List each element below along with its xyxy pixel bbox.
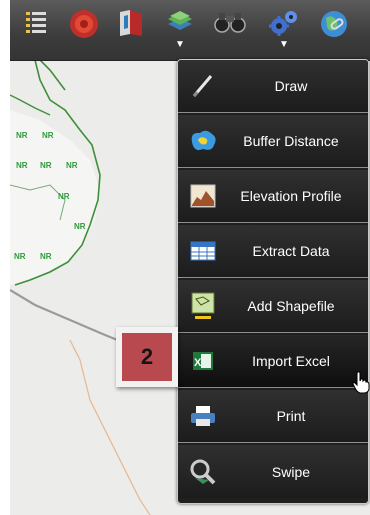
- globe-link-icon: [321, 11, 347, 37]
- menu-item-add-shapefile[interactable]: Add Shapefile: [178, 280, 368, 333]
- tools-dropdown-menu: Draw Buffer Distance Elevation Profile E…: [177, 59, 369, 504]
- elevation-chart-icon: [188, 181, 218, 211]
- buffer-blob-icon: [188, 126, 218, 156]
- target-icon: [70, 10, 98, 38]
- map-label: NR: [16, 161, 28, 170]
- menu-item-import-excel[interactable]: X Import Excel: [178, 335, 368, 388]
- map-label: NR: [42, 131, 54, 140]
- binoculars-icon: [214, 13, 246, 33]
- menu-item-label: Print: [276, 408, 306, 424]
- printer-icon: [188, 401, 218, 431]
- menu-item-extract-data[interactable]: Extract Data: [178, 225, 368, 278]
- menu-item-label: Import Excel: [252, 353, 330, 369]
- map-toolbar: ▼ ▼: [10, 0, 370, 61]
- menu-item-draw[interactable]: Draw: [178, 60, 368, 113]
- step-number: 2: [122, 333, 172, 381]
- menu-item-elevation-profile[interactable]: Elevation Profile: [178, 170, 368, 223]
- menu-item-label: Extract Data: [252, 243, 330, 259]
- locate-button[interactable]: [66, 8, 102, 52]
- layers-tools-icon: [168, 11, 192, 30]
- map-label: NR: [58, 192, 70, 201]
- menu-item-swipe[interactable]: Swipe: [178, 445, 368, 498]
- tools-button[interactable]: ▼: [266, 8, 302, 52]
- map-label: NR: [40, 252, 52, 261]
- dropdown-caret-icon: ▼: [279, 39, 289, 50]
- menu-item-print[interactable]: Print: [178, 390, 368, 443]
- map-label: NR: [66, 161, 78, 170]
- menu-item-label: Swipe: [271, 463, 311, 480]
- menu-item-label: Draw: [274, 78, 308, 94]
- globe-link-button[interactable]: [316, 8, 352, 52]
- shapefile-icon: [188, 291, 218, 321]
- legend-button[interactable]: [18, 8, 54, 52]
- table-extract-icon: [188, 236, 218, 266]
- menu-item-label: Elevation Profile: [240, 188, 342, 204]
- svg-text:X: X: [194, 357, 202, 369]
- map-label: NR: [16, 131, 28, 140]
- menu-item-label: Add Shapefile: [247, 298, 335, 314]
- layers-tools-button[interactable]: ▼: [162, 8, 198, 52]
- gears-icon: [269, 11, 297, 36]
- legend-list-icon: [26, 12, 46, 33]
- bookmarks-button[interactable]: [114, 8, 150, 52]
- menu-item-label: Buffer Distance: [243, 133, 339, 149]
- map-label: NR: [74, 222, 86, 231]
- map-label: NR: [40, 161, 52, 170]
- bookmarks-icon: [120, 10, 142, 36]
- swipe-icon: [188, 457, 218, 487]
- pencil-icon: [188, 71, 218, 101]
- map-label: NR: [14, 252, 26, 261]
- binoculars-button[interactable]: [212, 8, 248, 52]
- excel-icon: X: [188, 346, 218, 376]
- step-badge: 2: [116, 327, 178, 387]
- menu-item-buffer-distance[interactable]: Buffer Distance: [178, 115, 368, 168]
- dropdown-caret-icon: ▼: [175, 39, 185, 50]
- hand-cursor-icon: [352, 370, 370, 399]
